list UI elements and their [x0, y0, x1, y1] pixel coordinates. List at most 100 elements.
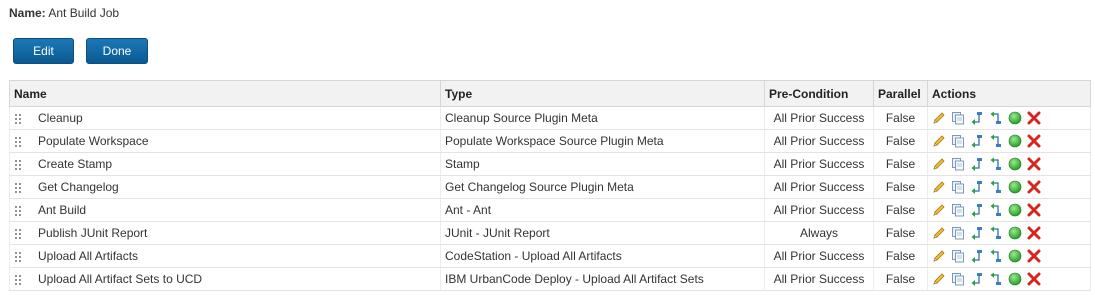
insert-before-icon[interactable]	[970, 272, 984, 287]
insert-after-icon[interactable]	[989, 249, 1003, 263]
column-header-parallel[interactable]: Parallel	[873, 80, 928, 107]
step-precondition: All Prior Success	[764, 129, 874, 153]
table-row[interactable]: Upload All Artifacts CodeStation - Upload…	[9, 244, 1091, 268]
insert-before-icon[interactable]	[970, 249, 984, 264]
insert-after-icon[interactable]	[989, 134, 1003, 148]
job-name-line: Name: Ant Build Job	[9, 6, 119, 20]
step-name-cell: Cleanup	[9, 106, 441, 130]
activate-green-circle-icon[interactable]	[1008, 226, 1022, 240]
insert-before-icon[interactable]	[970, 134, 984, 149]
step-parallel: False	[873, 244, 928, 268]
activate-green-circle-icon[interactable]	[1008, 157, 1022, 171]
activate-green-circle-icon[interactable]	[1008, 203, 1022, 217]
delete-red-x-icon[interactable]	[1027, 249, 1041, 263]
step-type: IBM UrbanCode Deploy - Upload All Artifa…	[440, 267, 765, 291]
delete-red-x-icon[interactable]	[1027, 157, 1041, 171]
insert-before-icon[interactable]	[970, 226, 984, 241]
delete-red-x-icon[interactable]	[1027, 272, 1041, 286]
delete-red-x-icon[interactable]	[1027, 111, 1041, 125]
column-header-name[interactable]: Name	[9, 80, 441, 107]
table-row[interactable]: Upload All Artifact Sets to UCD IBM Urban…	[9, 267, 1091, 291]
step-parallel: False	[873, 152, 928, 176]
drag-handle-icon[interactable]	[14, 112, 22, 125]
step-precondition: All Prior Success	[764, 198, 874, 222]
copy-icon[interactable]	[951, 226, 965, 240]
copy-icon[interactable]	[951, 157, 965, 171]
step-precondition: All Prior Success	[764, 106, 874, 130]
table-row[interactable]: Create Stamp Stamp All Prior Success False	[9, 152, 1091, 176]
table-row[interactable]: Publish JUnit Report JUnit - JUnit Report…	[9, 221, 1091, 245]
copy-icon[interactable]	[951, 134, 965, 148]
drag-handle-icon[interactable]	[14, 158, 22, 171]
drag-handle-icon[interactable]	[14, 227, 22, 240]
drag-handle-icon[interactable]	[14, 135, 22, 148]
edit-pencil-icon[interactable]	[932, 203, 946, 217]
table-row[interactable]: Get Changelog Get Changelog Source Plugin…	[9, 175, 1091, 199]
column-header-precondition[interactable]: Pre-Condition	[764, 80, 874, 107]
activate-green-circle-icon[interactable]	[1008, 111, 1022, 125]
step-parallel: False	[873, 267, 928, 291]
drag-handle-icon[interactable]	[14, 273, 22, 286]
insert-before-icon[interactable]	[970, 180, 984, 195]
step-type: Populate Workspace Source Plugin Meta	[440, 129, 765, 153]
step-name: Create Stamp	[38, 157, 113, 171]
step-parallel: False	[873, 129, 928, 153]
edit-button[interactable]: Edit	[13, 38, 74, 64]
step-parallel: False	[873, 175, 928, 199]
step-type: Cleanup Source Plugin Meta	[440, 106, 765, 130]
drag-handle-icon[interactable]	[14, 204, 22, 217]
insert-before-icon[interactable]	[970, 157, 984, 172]
step-precondition: All Prior Success	[764, 175, 874, 199]
edit-pencil-icon[interactable]	[932, 180, 946, 194]
delete-red-x-icon[interactable]	[1027, 180, 1041, 194]
activate-green-circle-icon[interactable]	[1008, 272, 1022, 286]
edit-pencil-icon[interactable]	[932, 134, 946, 148]
activate-green-circle-icon[interactable]	[1008, 134, 1022, 148]
done-button[interactable]: Done	[86, 38, 148, 64]
column-header-actions: Actions	[927, 80, 1091, 107]
table-row[interactable]: Populate Workspace Populate Workspace Sou…	[9, 129, 1091, 153]
table-header-row: Name Type Pre-Condition Parallel Actions	[9, 80, 1091, 107]
insert-after-icon[interactable]	[989, 180, 1003, 194]
step-name: Cleanup	[38, 111, 83, 125]
insert-after-icon[interactable]	[989, 272, 1003, 286]
step-actions	[927, 267, 1091, 291]
table-row[interactable]: Ant Build Ant - Ant All Prior Success False	[9, 198, 1091, 222]
drag-handle-icon[interactable]	[14, 181, 22, 194]
insert-before-icon[interactable]	[970, 111, 984, 126]
edit-pencil-icon[interactable]	[932, 226, 946, 240]
step-actions	[927, 175, 1091, 199]
copy-icon[interactable]	[951, 249, 965, 263]
step-actions	[927, 152, 1091, 176]
step-name: Populate Workspace	[38, 134, 149, 148]
job-name-label: Name:	[9, 6, 46, 20]
step-precondition: All Prior Success	[764, 267, 874, 291]
job-name-value: Ant Build Job	[48, 6, 120, 20]
edit-pencil-icon[interactable]	[932, 157, 946, 171]
activate-green-circle-icon[interactable]	[1008, 180, 1022, 194]
column-header-type[interactable]: Type	[440, 80, 765, 107]
insert-after-icon[interactable]	[989, 226, 1003, 240]
delete-red-x-icon[interactable]	[1027, 203, 1041, 217]
copy-icon[interactable]	[951, 272, 965, 286]
insert-after-icon[interactable]	[989, 111, 1003, 125]
edit-pencil-icon[interactable]	[932, 249, 946, 263]
activate-green-circle-icon[interactable]	[1008, 249, 1022, 263]
table-row[interactable]: Cleanup Cleanup Source Plugin Meta All Pri…	[9, 106, 1091, 130]
drag-handle-icon[interactable]	[14, 250, 22, 263]
step-type: CodeStation - Upload All Artifacts	[440, 244, 765, 268]
edit-pencil-icon[interactable]	[932, 111, 946, 125]
step-name: Publish JUnit Report	[38, 226, 148, 240]
step-actions	[927, 129, 1091, 153]
insert-after-icon[interactable]	[989, 157, 1003, 171]
step-name-cell: Create Stamp	[9, 152, 441, 176]
step-type: Ant - Ant	[440, 198, 765, 222]
copy-icon[interactable]	[951, 203, 965, 217]
insert-after-icon[interactable]	[989, 203, 1003, 217]
insert-before-icon[interactable]	[970, 203, 984, 218]
copy-icon[interactable]	[951, 180, 965, 194]
edit-pencil-icon[interactable]	[932, 272, 946, 286]
delete-red-x-icon[interactable]	[1027, 134, 1041, 148]
delete-red-x-icon[interactable]	[1027, 226, 1041, 240]
copy-icon[interactable]	[951, 111, 965, 125]
